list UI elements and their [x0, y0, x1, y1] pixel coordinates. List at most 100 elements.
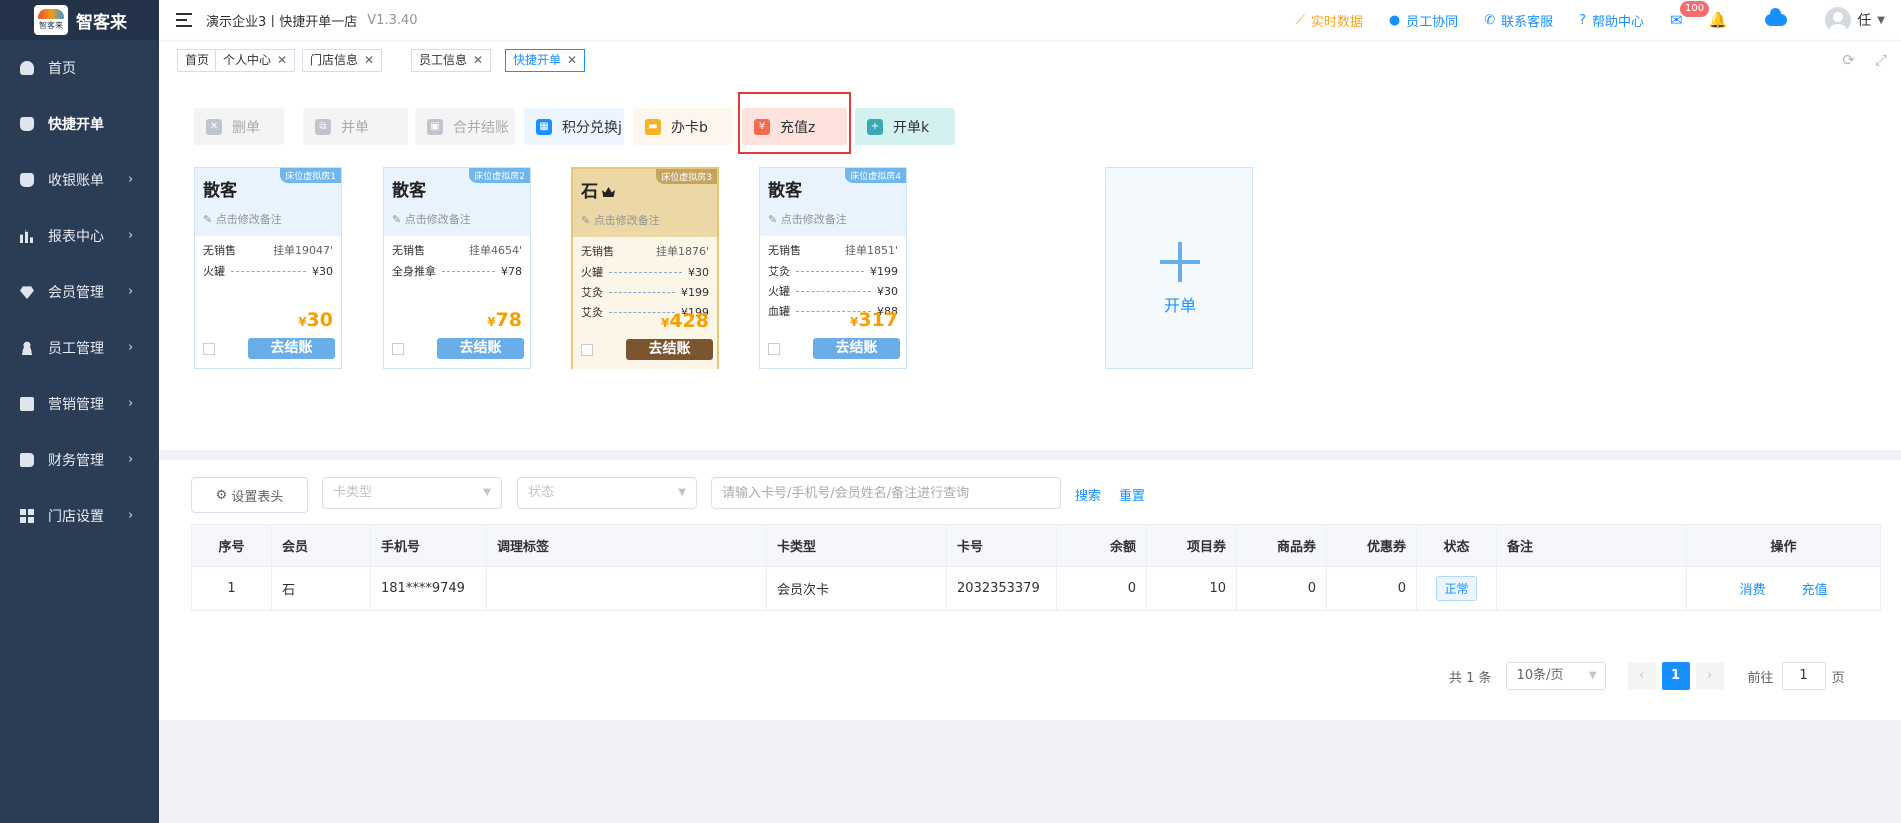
edit-note[interactable]: ✎ 点击修改备注	[203, 211, 333, 227]
order-card[interactable]: 石 ✎ 点击修改备注 床位虚拟房3 无销售 挂单1876' 火罐 ¥30 艾灸 ¥19…	[571, 167, 719, 369]
top-header: 演示企业3丨快捷开单一店 V1.3.40 ⟋ 实时数据 ● 员工协同 ✆ 联系客服 ?…	[159, 0, 1901, 40]
order-item: 艾灸 ¥199	[581, 285, 709, 300]
card-icon: ▬	[645, 118, 661, 135]
order-card[interactable]: 散客 ✎ 点击修改备注 床位虚拟房4 无销售 挂单1851' 艾灸 ¥199 火罐 ¥…	[759, 167, 907, 369]
order-card[interactable]: 散客 ✎ 点击修改备注 床位虚拟房2 无销售 挂单4654' 全身推拿 ¥78 ¥7…	[383, 167, 531, 369]
reset-button[interactable]: 重置	[1119, 485, 1145, 504]
fullscreen-icon[interactable]: ⤢	[1875, 51, 1887, 69]
bell-icon[interactable]: 🔔	[1709, 11, 1728, 29]
set-header-button[interactable]: ⚙ 设置表头	[191, 477, 308, 513]
open-card-button[interactable]: ▬ 办卡b	[633, 108, 733, 145]
tab-personal-center[interactable]: 个人中心 ✕	[215, 49, 296, 72]
card-type-select[interactable]: 卡类型 ▼	[322, 477, 502, 509]
close-icon[interactable]: ✕	[567, 53, 577, 67]
new-order-label: 开单	[1163, 296, 1196, 315]
dashboard-icon	[20, 61, 34, 75]
room-badge: 床位虚拟房1	[280, 168, 341, 183]
close-icon[interactable]: ✕	[364, 53, 374, 67]
order-card[interactable]: 散客 ✎ 点击修改备注 床位虚拟房1 无销售 挂单19047' 火罐 ¥30 ¥30…	[194, 167, 342, 369]
card-checkbox[interactable]	[768, 343, 780, 355]
wallet-icon: ▣	[427, 118, 443, 135]
goto-page-input[interactable]: 1	[1781, 662, 1826, 690]
card-checkbox[interactable]	[581, 344, 593, 356]
search-button[interactable]: 搜索	[1075, 485, 1101, 504]
search-input[interactable]	[711, 477, 1061, 509]
order-item: 火罐 ¥30	[203, 264, 333, 279]
pagination: 共 1 条 10条/页 ▼ ‹ 1 › 前往 1 页	[1449, 662, 1845, 690]
recharge-link[interactable]: 充值	[1802, 583, 1828, 598]
sidebar-item-quick-order[interactable]: 快捷开单	[0, 96, 159, 152]
chevron-right-icon: ›	[128, 228, 134, 243]
checkout-button[interactable]: 去结账	[626, 339, 713, 360]
edit-note[interactable]: ✎ 点击修改备注	[581, 212, 709, 228]
sidebar-item-store-settings[interactable]: 门店设置 ›	[0, 488, 159, 544]
caret-down-icon[interactable]: ▼	[1877, 15, 1885, 26]
logo[interactable]: 智客来 智客来	[0, 0, 159, 40]
edit-note[interactable]: ✎ 点击修改备注	[768, 211, 898, 227]
delete-order-button[interactable]: ✕ 删单	[194, 108, 284, 145]
table-row[interactable]: 1 石 181****9749 会员次卡 2032353379 0 10 0 0…	[191, 566, 1881, 611]
sidebar-item-finance[interactable]: 财务管理 ›	[0, 432, 159, 488]
sidebar-item-members[interactable]: 会员管理 ›	[0, 264, 159, 320]
tab-store-info[interactable]: 门店信息 ✕	[302, 49, 383, 72]
page-number[interactable]: 1	[1661, 662, 1690, 690]
cloud-icon[interactable]	[1765, 8, 1788, 26]
prev-page-button[interactable]: ‹	[1627, 662, 1656, 690]
order-item: 火罐 ¥30	[768, 284, 898, 299]
version-label: V1.3.40	[367, 12, 418, 28]
tab-home[interactable]: 首页	[177, 49, 218, 72]
merge-checkout-button[interactable]: ▣ 合并结账	[415, 108, 515, 145]
close-icon[interactable]: ✕	[473, 53, 483, 67]
card-checkbox[interactable]	[392, 343, 404, 355]
staff-collab-link[interactable]: ● 员工协同	[1389, 11, 1458, 30]
bar-chart-icon	[20, 229, 34, 243]
page-size-select[interactable]: 10条/页 ▼	[1505, 662, 1606, 690]
user-name[interactable]: 任	[1857, 10, 1871, 30]
help-icon: ?	[1579, 12, 1587, 28]
card-total: ¥78	[487, 309, 522, 331]
chevron-right-icon: ›	[128, 396, 134, 411]
sidebar-item-marketing[interactable]: 营销管理 ›	[0, 376, 159, 432]
next-page-button[interactable]: ›	[1695, 662, 1724, 690]
card-checkbox[interactable]	[203, 343, 215, 355]
help-center-link[interactable]: ? 帮助中心	[1579, 11, 1644, 30]
sidebar-item-home[interactable]: 首页	[0, 40, 159, 96]
chevron-down-icon: ▼	[678, 487, 686, 498]
sidebar-item-staff[interactable]: 员工管理 ›	[0, 320, 159, 376]
mail-badge: 100	[1680, 1, 1710, 17]
checkout-button[interactable]: 去结账	[813, 338, 900, 359]
pencil-icon: ✎	[392, 213, 405, 226]
chevron-down-icon: ▼	[1588, 670, 1597, 681]
status-select[interactable]: 状态 ▼	[517, 477, 697, 509]
refresh-icon[interactable]: ⟳	[1842, 51, 1855, 69]
gift-icon: ▦	[536, 118, 552, 135]
sidebar-item-cashier[interactable]: 收银账单 ›	[0, 152, 159, 208]
edit-note[interactable]: ✎ 点击修改备注	[392, 211, 522, 227]
tags-bar: 首页 个人中心 ✕ 门店信息 ✕ 员工信息 ✕ 快捷开单 ✕ ⟳ ⤢	[159, 40, 1901, 78]
mail-button[interactable]: ✉ 100	[1670, 1, 1710, 29]
close-icon[interactable]: ✕	[277, 53, 287, 67]
realtime-data-link[interactable]: ⟋ 实时数据	[1296, 11, 1363, 30]
pencil-icon: ✎	[581, 214, 594, 227]
card-total: ¥428	[660, 310, 709, 332]
open-order-button[interactable]: + 开单k	[855, 108, 955, 145]
contact-service-link[interactable]: ✆ 联系客服	[1484, 11, 1553, 30]
phone-icon: ✆	[1484, 12, 1496, 28]
consume-link[interactable]: 消费	[1739, 583, 1765, 598]
sidebar-item-reports[interactable]: 报表中心 ›	[0, 208, 159, 264]
goto-label: 前往	[1747, 670, 1774, 686]
new-order-card[interactable]: 开单	[1105, 167, 1253, 369]
diamond-icon	[20, 286, 34, 299]
checkout-button[interactable]: 去结账	[248, 338, 335, 359]
avatar[interactable]	[1825, 7, 1852, 33]
points-exchange-button[interactable]: ▦ 积分兑换j	[524, 108, 624, 145]
total-count: 共 1 条	[1449, 670, 1492, 686]
checkout-button[interactable]: 去结账	[437, 338, 524, 359]
chevron-right-icon: ›	[128, 340, 134, 355]
crown-icon	[602, 187, 615, 197]
tab-staff-info[interactable]: 员工信息 ✕	[411, 49, 492, 72]
tab-quick-order[interactable]: 快捷开单 ✕	[505, 49, 586, 72]
merge-icon: ⧉	[315, 118, 331, 135]
menu-toggle-icon[interactable]	[176, 13, 192, 27]
merge-order-button[interactable]: ⧉ 并单	[303, 108, 408, 145]
